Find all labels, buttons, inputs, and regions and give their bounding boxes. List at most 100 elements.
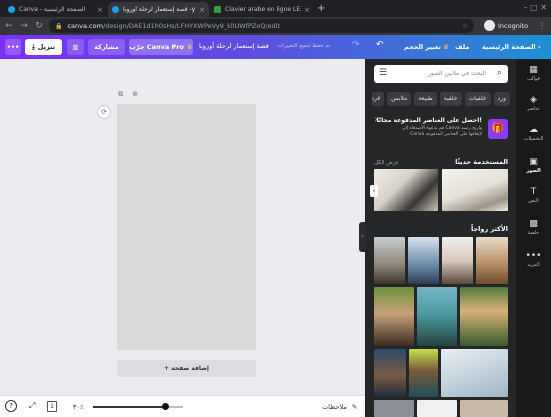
notes-button[interactable]: ملاحظات ✎ <box>322 403 357 411</box>
chip[interactable]: خلفيات <box>464 92 491 106</box>
popular-photo[interactable] <box>408 237 439 284</box>
rail-item-text[interactable]: T النص <box>516 187 551 204</box>
popular-photo[interactable] <box>460 400 508 417</box>
tab-title: قصة إستعمار لرحلة أوروبا -y <box>123 6 196 13</box>
bar-chart-icon: ▥ <box>72 43 79 51</box>
popular-section-title: الأكثر رواجاً <box>471 225 508 233</box>
suggestion-chips: ورد خلفيات خلفية طبيعة ملابس قرد ‹ <box>372 92 510 106</box>
popular-photo[interactable] <box>441 349 508 397</box>
home-link[interactable]: الصفحة الرئيسية › <box>482 43 541 51</box>
save-status: تم حفظ جميع التغييرات <box>277 43 331 49</box>
popular-photo[interactable] <box>374 287 414 346</box>
address-toolbar: ← → ↻ 🔒 canva.com/design/DAE1d1h0sHs/LFH… <box>0 17 551 35</box>
chip[interactable]: ملابس <box>387 92 412 106</box>
notes-label: ملاحظات <box>322 403 347 411</box>
chip[interactable]: قرد <box>372 92 385 106</box>
design-title[interactable]: قصة إستعمار لرحلة أوروبا <box>199 42 269 50</box>
rail-item-more[interactable]: ••• المزيد <box>516 251 551 268</box>
see-all-link[interactable]: عرض الكل <box>374 160 399 166</box>
chip[interactable]: خلفية <box>439 92 462 106</box>
rail-label: خلفية <box>527 230 540 236</box>
tab-title: Clavier arabe en ligne LEXI <box>225 6 302 13</box>
file-menu[interactable]: ملف <box>455 43 469 51</box>
recent-section-title: المستخدمة حديثًا <box>455 158 508 166</box>
back-arrow-icon[interactable]: ← <box>3 21 15 31</box>
help-icon[interactable]: ? <box>5 400 17 412</box>
rail-item-elements[interactable]: ◈ عناصر <box>516 95 551 112</box>
recent-photo[interactable] <box>442 169 508 211</box>
rotate-icon[interactable]: ⟳ <box>97 105 111 119</box>
uploads-icon: ☁ <box>529 125 538 135</box>
chevron-right-icon: › <box>537 43 541 51</box>
add-page-icon[interactable]: ⊕ <box>132 90 138 98</box>
zoom-slider[interactable] <box>93 403 183 410</box>
search-placeholder: البحث في ملايين الصور <box>427 70 486 77</box>
chip[interactable]: طبيعة <box>414 92 437 106</box>
zoom-value[interactable]: ٣٠٪ <box>73 403 83 411</box>
reload-icon[interactable]: ↻ <box>33 21 45 31</box>
close-tab-icon[interactable]: × <box>97 6 103 14</box>
gift-icon: 🎁 <box>488 119 508 139</box>
page-count-badge[interactable]: 1 <box>47 401 57 412</box>
filter-icon[interactable]: ☰ <box>379 68 387 78</box>
popular-photo[interactable] <box>417 287 457 346</box>
browser-menu-icon[interactable]: ⋮ <box>538 21 546 30</box>
promo-body: قم بدعوة الأصدقاء إلى Canva واربح رصيد C… <box>401 126 482 137</box>
more-options-button[interactable]: ••• <box>5 39 21 55</box>
scroll-left-icon[interactable]: ‹ <box>370 185 378 197</box>
undo-icon[interactable]: ↶ <box>376 40 384 50</box>
share-button[interactable]: مشاركة <box>88 39 125 55</box>
fullscreen-icon[interactable]: ⤢ <box>29 401 35 411</box>
tab-arabic-keyboard[interactable]: Clavier arabe en ligne LEXI × <box>210 2 314 17</box>
popular-photo[interactable] <box>476 237 508 284</box>
tab-canva-home[interactable]: Canva - الصفحة الرئيسية × <box>4 2 107 17</box>
resize-button[interactable]: تغيير الحجم ♛ <box>404 43 449 51</box>
design-page[interactable] <box>117 104 256 350</box>
try-pro-label: جرّب Canva Pro <box>129 43 184 51</box>
download-label: تنزيل <box>37 43 56 51</box>
rail-item-uploads[interactable]: ☁ التحميلات <box>516 125 551 142</box>
popular-photo[interactable] <box>409 349 438 397</box>
rail-label: المزيد <box>527 262 540 268</box>
rail-item-background[interactable]: ▩ خلفية <box>516 219 551 236</box>
zoom-slider-knob[interactable] <box>162 403 169 410</box>
popular-photo[interactable] <box>460 287 508 346</box>
url-field[interactable]: 🔒 canva.com/design/DAE1d1h0sHs/LFHYXWPeV… <box>49 19 474 33</box>
popular-photo[interactable] <box>417 400 457 417</box>
chip[interactable]: ورد <box>493 92 510 106</box>
new-tab-button[interactable]: + <box>317 3 325 15</box>
promo-card: ✕ 🎁 احصل على العناصر المدفوعة مجانًا! قم… <box>374 114 508 147</box>
side-navigation: ▦ قوالب ◈ عناصر ☁ التحميلات ▣ الصور T ال… <box>516 59 551 417</box>
close-tab-icon[interactable]: × <box>304 6 310 14</box>
crown-icon: ♛ <box>443 43 449 51</box>
incognito-indicator[interactable]: Incognito <box>484 20 528 31</box>
forward-arrow-icon[interactable]: → <box>18 21 30 31</box>
add-page-button[interactable]: + إضافة صفحة <box>117 360 256 377</box>
home-label: الصفحة الرئيسية <box>482 43 536 51</box>
rail-label: قوالب <box>527 76 540 82</box>
duplicate-page-icon[interactable]: ⧉ <box>118 90 123 98</box>
editor-footer: ? ⤢ 1 ٣٠٪ ملاحظات ✎ <box>0 395 365 417</box>
incognito-icon <box>484 20 495 31</box>
collapse-panel-handle[interactable]: ‹ <box>359 222 366 252</box>
popular-photo[interactable] <box>442 237 473 284</box>
rail-item-photos[interactable]: ▣ الصور <box>516 157 551 174</box>
editor-canvas-area: ⧉ ⊕ ⟳ + إضافة صفحة <box>0 59 365 395</box>
analytics-button[interactable]: ▥ <box>67 39 84 55</box>
lexilogos-favicon-icon <box>214 6 221 13</box>
try-pro-button[interactable]: جرّب Canva Pro ♛ <box>129 39 193 55</box>
window-controls-icon[interactable]: – ▢ ✕ <box>524 3 547 12</box>
bookmark-star-icon[interactable]: ☆ <box>462 22 468 30</box>
close-tab-icon[interactable]: × <box>199 6 205 14</box>
rail-item-templates[interactable]: ▦ قوالب <box>516 65 551 82</box>
popular-photo[interactable] <box>374 400 414 417</box>
redo-icon[interactable]: ↷ <box>352 40 360 50</box>
popular-photo[interactable] <box>374 237 405 284</box>
zoom-slider-fill <box>93 406 165 408</box>
background-icon: ▩ <box>529 219 538 229</box>
popular-photo[interactable] <box>374 349 406 397</box>
tab-design[interactable]: قصة إستعمار لرحلة أوروبا -y × <box>108 2 209 17</box>
recent-photo[interactable] <box>374 169 438 211</box>
photo-search-input[interactable]: ☰ البحث في ملايين الصور ⌕ <box>374 65 508 83</box>
download-button[interactable]: ⤓ تنزيل <box>25 39 62 55</box>
